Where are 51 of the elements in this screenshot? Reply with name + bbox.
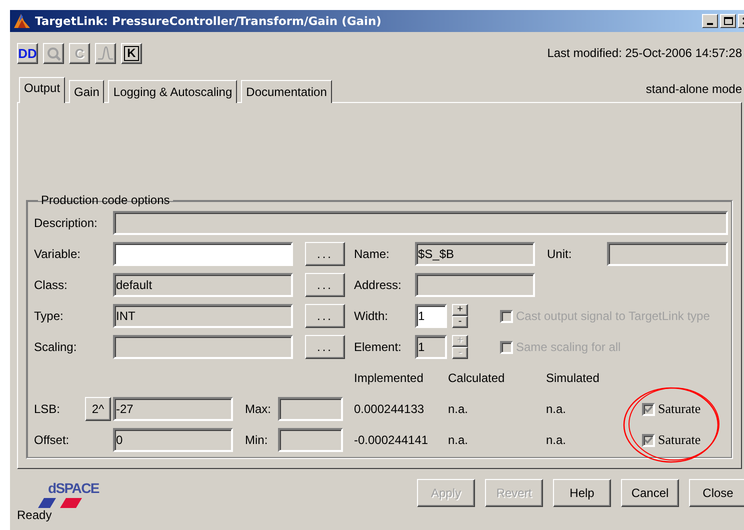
tab[interactable]: Logging & Autoscaling: [108, 80, 238, 103]
plus-button[interactable]: +: [452, 304, 468, 316]
tab[interactable]: Output: [19, 77, 66, 103]
logo-text: dSPACE: [48, 481, 99, 496]
dialog-button[interactable]: Close: [689, 479, 744, 507]
calculated-value: n.a.: [448, 402, 470, 416]
app-icon: [13, 12, 31, 30]
last-modified-text: Last modified: 25-Oct-2006 14:57:28: [547, 46, 742, 60]
field-label: Type:: [34, 309, 64, 323]
column-header: Simulated: [546, 371, 600, 385]
checkbox-label: Saturate: [658, 401, 701, 417]
simulated-value: n.a.: [546, 433, 568, 447]
field-label: Description:: [34, 216, 98, 230]
field-label: Element:: [354, 340, 402, 354]
minimize-button[interactable]: [702, 14, 718, 28]
field-label: Address:: [354, 278, 402, 292]
window-title: TargetLink: PressureController/Transform/Gain (Gain): [35, 14, 382, 28]
minimize-icon: [707, 23, 713, 25]
maximize-button[interactable]: [720, 14, 736, 28]
field-label: Min:: [245, 433, 269, 447]
toolbar-button[interactable]: DD: [17, 42, 38, 64]
maximize-icon: [724, 17, 732, 25]
field-label: Max:: [245, 402, 272, 416]
group-title: Production code options: [40, 193, 171, 207]
field-label: Class:: [34, 278, 68, 292]
field-label: Width:: [354, 309, 390, 323]
field-label: Variable:: [34, 247, 82, 261]
column-header: Calculated: [448, 371, 506, 385]
minus-button[interactable]: -: [452, 316, 468, 328]
field-label: Name:: [354, 247, 390, 261]
tab[interactable]: Documentation: [241, 80, 332, 103]
implemented-value: -0.000244141: [354, 433, 430, 447]
mode-text: stand-alone mode: [646, 82, 742, 96]
width-field[interactable]: 1: [415, 304, 447, 328]
calculated-value: n.a.: [448, 433, 470, 447]
status-text: Ready: [16, 508, 53, 522]
browse-button[interactable]: ...: [305, 242, 345, 266]
stripes-icon: [38, 498, 82, 508]
field-label: Unit:: [547, 247, 573, 261]
tab[interactable]: Gain: [69, 80, 104, 103]
toolbar-button[interactable]: K: [121, 42, 142, 64]
column-header: Implemented: [354, 371, 424, 385]
simulated-value: n.a.: [546, 402, 568, 416]
dialog-button[interactable]: Cancel: [621, 479, 679, 507]
variable-field[interactable]: [113, 242, 293, 266]
dialog-button[interactable]: Help: [553, 479, 611, 507]
implemented-value: 0.000244133: [354, 402, 426, 416]
field-label: LSB:: [34, 402, 62, 416]
field-label: Offset:: [34, 433, 70, 447]
field-label: Scaling:: [34, 340, 78, 354]
checkbox-label: Saturate: [658, 432, 701, 448]
